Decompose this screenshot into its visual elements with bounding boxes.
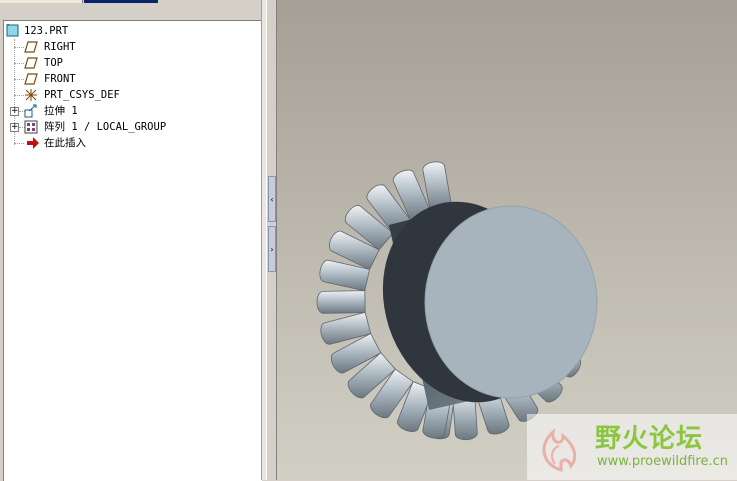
tree-item-label: TOP xyxy=(44,57,63,69)
tree-connector xyxy=(14,143,24,144)
tree-item-label: PRT_CSYS_DEF xyxy=(44,89,120,101)
tree-connector xyxy=(14,63,24,64)
cylinder-end-face xyxy=(424,205,598,399)
tree-item-csys[interactable]: PRT_CSYS_DEF xyxy=(24,87,254,103)
tree-root-item[interactable]: 123.PRT xyxy=(6,22,256,39)
tree-item-label: 阵列 1 / LOCAL_GROUP xyxy=(44,121,167,133)
navigator-splitter[interactable]: ‹ › xyxy=(266,0,277,480)
3d-model-render xyxy=(316,161,598,441)
navigator-tab-model-tree[interactable] xyxy=(0,0,83,3)
tree-item-right[interactable]: RIGHT xyxy=(24,39,254,55)
tree-item-label: 在此插入 xyxy=(44,137,86,149)
flame-logo-icon xyxy=(542,428,577,473)
tree-connector xyxy=(14,95,24,96)
tree-item-pattern[interactable]: + 阵列 1 / LOCAL_GROUP xyxy=(10,119,254,135)
expand-toggle[interactable]: + xyxy=(10,107,19,116)
collapse-navigator-button[interactable]: ‹ xyxy=(268,176,276,222)
datum-plane-icon xyxy=(24,72,38,86)
tree-item-front[interactable]: FRONT xyxy=(24,71,254,87)
navigator-tab-strip xyxy=(0,0,265,4)
expand-navigator-button[interactable]: › xyxy=(268,226,276,272)
insert-here-arrow-icon xyxy=(26,136,40,150)
pattern-tooth xyxy=(316,290,366,314)
coordinate-system-icon xyxy=(24,88,38,102)
tree-item-label: RIGHT xyxy=(44,41,76,53)
tree-item-label: FRONT xyxy=(44,73,76,85)
tree-item-label: 拉伸 1 xyxy=(44,105,78,117)
model-tree-panel: 123.PRT RIGHT TOP FRONT PRT_CSYS_DEF + 拉… xyxy=(3,20,262,481)
pattern-icon xyxy=(24,120,38,134)
watermark: 野火论坛 www.proewildfire.cn xyxy=(527,414,737,480)
tree-item-extrude[interactable]: + 拉伸 1 xyxy=(10,103,254,119)
tree-item-top[interactable]: TOP xyxy=(24,55,254,71)
tree-root-label: 123.PRT xyxy=(24,25,69,37)
watermark-url: www.proewildfire.cn xyxy=(597,454,728,469)
extrude-icon xyxy=(24,104,38,118)
expand-toggle[interactable]: + xyxy=(10,123,19,132)
datum-plane-icon xyxy=(24,40,38,54)
tree-item-insert-here[interactable]: 在此插入 xyxy=(24,135,254,151)
part-icon xyxy=(6,22,20,38)
tree-connector xyxy=(14,47,24,48)
watermark-title: 野火论坛 xyxy=(595,424,704,454)
graphics-viewport[interactable] xyxy=(277,0,737,480)
datum-plane-icon xyxy=(24,56,38,70)
tree-connector xyxy=(14,79,24,80)
navigator-tab-active[interactable] xyxy=(84,0,158,3)
